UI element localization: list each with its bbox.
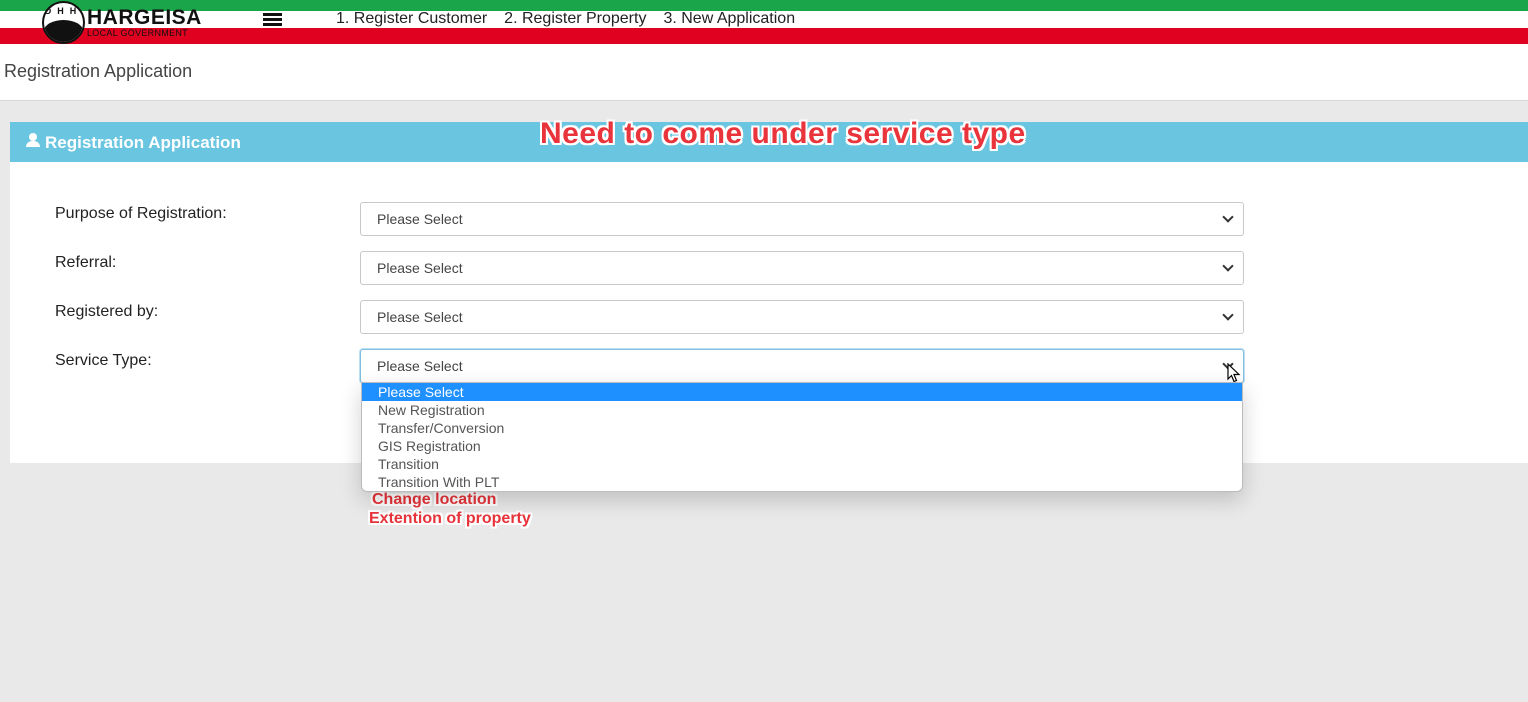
- page-title: Registration Application: [4, 61, 193, 81]
- logo-title: HARGEISA: [87, 5, 202, 29]
- registered-by-select-value: Please Select: [377, 309, 463, 325]
- nav-register-customer[interactable]: 1. Register Customer: [336, 10, 487, 28]
- mouse-cursor-icon: [1227, 363, 1241, 383]
- dropdown-option[interactable]: Please Select: [362, 383, 1242, 401]
- chevron-down-icon: [1222, 260, 1234, 272]
- registered-by-select[interactable]: Please Select: [360, 300, 1244, 334]
- chevron-down-icon: [1222, 309, 1234, 321]
- service-type-select[interactable]: Please Select: [360, 349, 1244, 383]
- logo-subtitle: LOCAL GOVERNMENT: [87, 27, 188, 38]
- referral-label: Referral:: [55, 254, 117, 271]
- service-type-select-value: Please Select: [377, 358, 463, 374]
- purpose-select-value: Please Select: [377, 211, 463, 227]
- service-type-label: Service Type:: [55, 352, 152, 369]
- dropdown-option[interactable]: Transition With PLT: [362, 473, 1242, 491]
- dropdown-option[interactable]: GIS Registration: [362, 437, 1242, 455]
- flag-stripe-red: [0, 28, 1528, 44]
- purpose-label: Purpose of Registration:: [55, 205, 227, 222]
- chevron-down-icon: [1222, 211, 1234, 223]
- dropdown-option[interactable]: New Registration: [362, 401, 1242, 419]
- hamburger-menu-icon[interactable]: [263, 13, 282, 26]
- user-icon: [26, 133, 40, 147]
- referral-select-value: Please Select: [377, 260, 463, 276]
- dropdown-option[interactable]: Transfer/Conversion: [362, 419, 1242, 437]
- annotation-extention-of-property: Extention of property: [369, 510, 531, 527]
- purpose-select[interactable]: Please Select: [360, 202, 1244, 236]
- page-title-bar: Registration Application: [0, 44, 1528, 101]
- registered-by-label: Registered by:: [55, 303, 159, 320]
- dropdown-option[interactable]: Transition: [362, 455, 1242, 473]
- annotation-change-location: Change location: [372, 491, 497, 508]
- nav-new-application[interactable]: 3. New Application: [663, 10, 795, 28]
- service-type-dropdown: Please Select New Registration Transfer/…: [361, 382, 1243, 492]
- referral-select[interactable]: Please Select: [360, 251, 1244, 285]
- top-nav: 1. Register Customer 2. Register Propert…: [336, 10, 795, 28]
- hargeisa-logo[interactable]: DHH HARGEISA LOCAL GOVERNMENT: [42, 0, 202, 44]
- top-header: DHH HARGEISA LOCAL GOVERNMENT 1. Registe…: [0, 0, 1528, 44]
- nav-register-property[interactable]: 2. Register Property: [504, 10, 646, 28]
- annotation-top: Need to come under service type: [540, 117, 1026, 150]
- panel-title: Registration Application: [45, 133, 241, 152]
- logo-seal-icon: DHH: [42, 0, 85, 44]
